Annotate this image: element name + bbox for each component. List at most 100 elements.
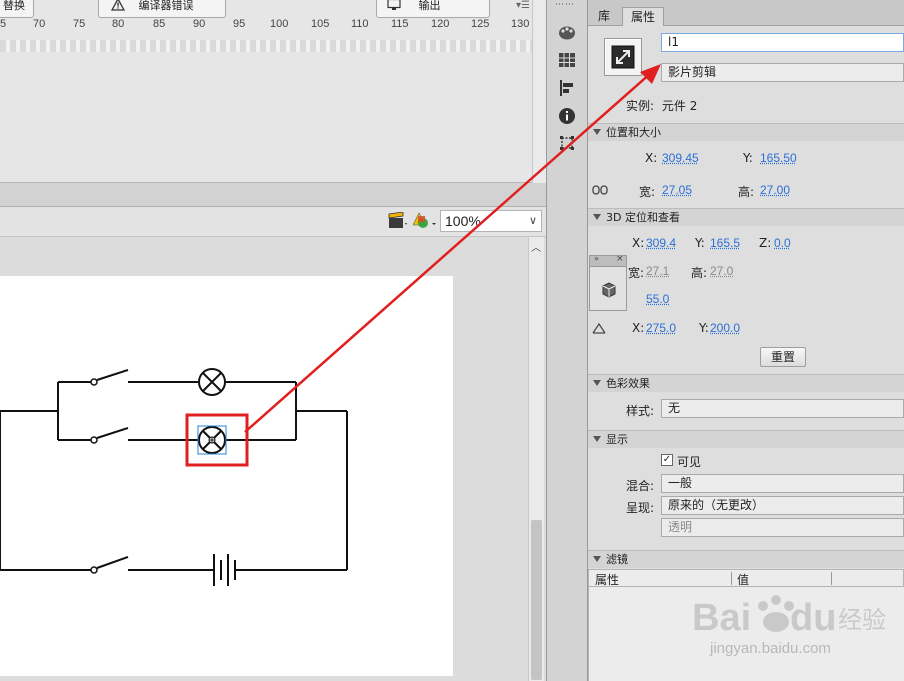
watermark-url: jingyan.baidu.com xyxy=(710,640,831,657)
td-z-label: Z: xyxy=(759,236,772,250)
panel-menu-icon[interactable]: ▾☰ xyxy=(516,0,530,11)
height-value[interactable]: 27.00 xyxy=(760,183,790,197)
perspective-angle-value[interactable]: 55.0 xyxy=(646,292,669,306)
scroll-up-icon[interactable]: ︿ xyxy=(531,239,541,254)
tab-output-label: 输出 xyxy=(418,0,441,12)
svg-text:经验: 经验 xyxy=(838,606,886,634)
ruler-label: 80 xyxy=(112,18,125,30)
section-display[interactable]: 显示 xyxy=(588,430,904,448)
info-icon[interactable] xyxy=(558,107,576,125)
section-color-effect[interactable]: 色彩效果 xyxy=(588,374,904,392)
floating-mini-panel[interactable]: » × xyxy=(589,254,627,311)
td-width-label: 宽: xyxy=(628,266,645,280)
ruler-label: 110 xyxy=(351,18,369,30)
reset-button[interactable]: 重置 xyxy=(760,347,806,367)
close-icon[interactable]: × xyxy=(616,254,624,264)
symbol-type-value: 影片剪辑 xyxy=(668,65,717,79)
expand-icon[interactable]: » xyxy=(594,254,599,263)
section-filters[interactable]: 滤镜 xyxy=(588,550,904,568)
td-width-value: 27.1 xyxy=(646,264,670,278)
x-value[interactable]: 309.45 xyxy=(662,151,699,165)
section-position-size[interactable]: 位置和大小 xyxy=(588,123,904,141)
zoom-value: 100% xyxy=(445,213,481,229)
collapse-arrow-icon xyxy=(593,129,601,135)
grid-icon[interactable] xyxy=(558,51,576,69)
ruler-label: 100 xyxy=(270,18,289,30)
y-value[interactable]: 165.50 xyxy=(760,151,797,165)
ruler-label: 85 xyxy=(153,18,166,30)
tab-output[interactable]: 输出 xyxy=(376,0,490,18)
frame-strip[interactable] xyxy=(0,40,532,52)
properties-tabs: 库 属性 xyxy=(588,0,904,26)
transparent-select: 透明 xyxy=(661,518,904,537)
stage-vertical-scrollbar[interactable]: ︿ xyxy=(528,237,544,681)
blend-select[interactable]: 一般 xyxy=(661,474,904,493)
monitor-icon xyxy=(387,0,401,10)
td-height-value: 27.0 xyxy=(710,264,734,278)
link-icon[interactable] xyxy=(592,184,608,196)
td-x-label: X: xyxy=(632,236,645,250)
tab-compiler-errors[interactable]: 编译器错误 xyxy=(98,0,226,18)
reset-button-label: 重置 xyxy=(770,350,795,364)
instance-value: 元件 2 xyxy=(661,99,698,113)
align-icon[interactable] xyxy=(558,79,576,97)
x-label: X: xyxy=(645,151,658,165)
properties-panel: 库 属性 l1 影片剪辑 实例: 元件 2 位置和大小 X: 309.45 Y:… xyxy=(588,0,904,681)
scroll-thumb[interactable] xyxy=(531,520,542,680)
output-panel: 替换 编译器错误 输出 ▾☰ 5 70 75 80 85 90 95 100 1… xyxy=(0,0,546,183)
ruler-label: 115 xyxy=(391,18,409,30)
width-value[interactable]: 27.05 xyxy=(662,183,692,197)
ruler-label: 90 xyxy=(193,18,206,30)
td-z-value[interactable]: 0.0 xyxy=(774,236,791,250)
tab-library[interactable]: 库 xyxy=(590,7,618,26)
vp-y-value[interactable]: 200.0 xyxy=(710,321,740,335)
render-select[interactable]: 原来的（无更改） xyxy=(661,496,904,515)
instance-row: 实例: 元件 2 xyxy=(626,97,697,114)
timeline-ruler: 5 70 75 80 85 90 95 100 105 110 115 120 … xyxy=(0,18,532,40)
td-y-label: Y: xyxy=(695,236,705,250)
svg-text:Bai: Bai xyxy=(692,597,751,639)
stage-canvas[interactable] xyxy=(0,276,453,676)
td-x-value[interactable]: 309.4 xyxy=(646,236,676,250)
circuit-diagram xyxy=(0,368,348,586)
stage-panel: 100% ∨ ︿ xyxy=(0,183,546,681)
style-select[interactable]: 无 xyxy=(661,399,904,418)
movieclip-icon xyxy=(611,45,635,69)
tab-properties[interactable]: 属性 xyxy=(622,7,665,26)
zoom-select[interactable]: 100% ∨ xyxy=(440,210,542,232)
section-3d-label: 3D 定位和查看 xyxy=(606,211,680,224)
stage-toolbar: 100% ∨ xyxy=(0,207,546,237)
panel-dock-toolbar: ⋯⋯ xyxy=(546,0,588,681)
vp-y-label: Y: xyxy=(699,321,709,335)
ruler-label: 70 xyxy=(33,18,46,30)
render-value: 原来的（无更改） xyxy=(668,498,765,512)
symbol-type-select[interactable]: 影片剪辑 xyxy=(661,63,904,82)
3d-rotation-icon[interactable] xyxy=(599,281,619,299)
visible-checkbox[interactable]: ✓ xyxy=(661,454,673,466)
visible-label: 可见 xyxy=(677,455,702,469)
tab-replace-label: 替换 xyxy=(3,0,25,12)
td-height-label: 高: xyxy=(691,266,708,280)
svg-text:du: du xyxy=(790,597,836,639)
shapes-icon[interactable] xyxy=(413,212,437,230)
tab-compiler-errors-label: 编译器错误 xyxy=(138,0,194,12)
palette-icon[interactable] xyxy=(558,24,576,42)
instance-name-input[interactable]: l1 xyxy=(661,33,904,52)
chevron-down-icon: ∨ xyxy=(528,215,537,227)
dock-collapse-icon[interactable]: ⋯⋯ xyxy=(555,0,579,12)
tab-replace[interactable]: 替换 xyxy=(0,0,34,18)
warning-icon xyxy=(110,0,126,11)
top-panel-scrollbar[interactable] xyxy=(532,0,546,183)
transform-icon[interactable] xyxy=(558,134,576,152)
section-3d[interactable]: 3D 定位和查看 xyxy=(588,208,904,226)
td-y-value[interactable]: 165.5 xyxy=(710,236,740,250)
section-display-label: 显示 xyxy=(606,433,628,446)
clapper-icon[interactable] xyxy=(388,212,408,230)
ruler-label: 130 xyxy=(511,18,530,30)
mini-panel-titlebar[interactable]: » × xyxy=(590,254,626,267)
collapse-arrow-icon xyxy=(593,436,601,442)
ruler-label: 105 xyxy=(311,18,330,30)
blend-label: 混合: xyxy=(626,479,655,493)
section-position-size-label: 位置和大小 xyxy=(606,126,661,139)
vp-x-value[interactable]: 275.0 xyxy=(646,321,676,335)
